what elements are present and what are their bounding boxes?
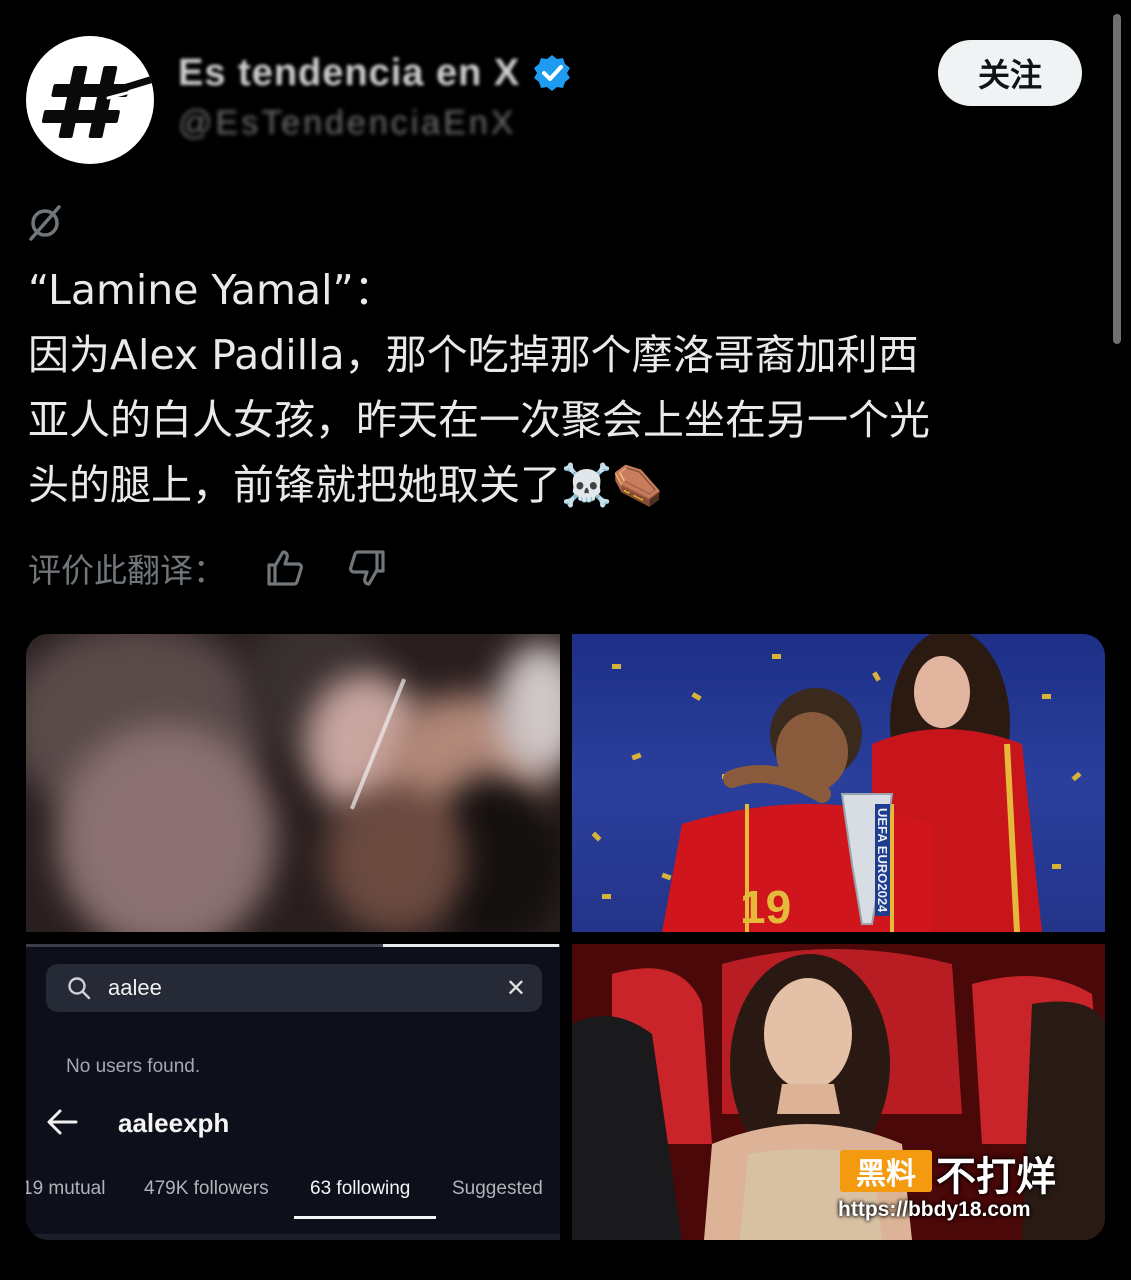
ig-search-value: aalee — [108, 975, 162, 1000]
watermark-logo: 黑料 — [840, 1150, 932, 1192]
celebration-photo: UEFA EURO2024 19 — [572, 634, 1105, 932]
ig-search-input[interactable]: aalee ✕ — [46, 964, 542, 1012]
ig-tabs: 19 mutual 479K followers 63 following Su… — [26, 1174, 560, 1219]
post-text: “Lamine Yamal”： 因为Alex Padilla，那个吃掉那个摩洛哥… — [28, 258, 1113, 518]
rate-translation-row: 评价此翻译： — [28, 543, 388, 593]
rate-translation-label: 评价此翻译： — [28, 551, 226, 590]
display-name[interactable]: Es tendencia en X — [178, 52, 520, 95]
media-celebration-photo[interactable]: UEFA EURO2024 19 — [572, 634, 1105, 932]
blurred-party-photo — [26, 634, 560, 932]
ig-tab-mutual[interactable]: 19 mutual — [26, 1178, 105, 1200]
back-arrow-icon[interactable] — [44, 1104, 80, 1144]
ig-tab-following[interactable]: 63 following — [310, 1178, 410, 1200]
clear-icon[interactable]: ✕ — [506, 964, 526, 1012]
thumbs-down-button[interactable] — [346, 547, 388, 589]
post-body-line: 因为Alex Padilla，那个吃掉那个摩洛哥裔加利西 — [28, 331, 919, 379]
verified-badge-icon — [534, 55, 571, 91]
translate-icon[interactable] — [26, 204, 64, 246]
sash-text: UEFA EURO2024 — [875, 804, 890, 917]
ig-tab-followers[interactable]: 479K followers — [144, 1178, 269, 1200]
ig-username: aaleexph — [118, 1108, 230, 1138]
search-icon — [68, 977, 91, 1000]
avatar[interactable] — [26, 36, 154, 164]
ig-bottom-bar — [26, 1234, 560, 1240]
post-body-line: 亚人的白人女孩，昨天在一次聚会上坐在另一个光 — [28, 396, 930, 444]
media-blurred-photo[interactable] — [26, 634, 560, 932]
post-body-line: 头的腿上，前锋就把她取关了☠️⚰️ — [28, 461, 664, 509]
thumbs-down-icon — [349, 550, 385, 586]
ig-tab-suggested[interactable]: Suggested — [452, 1178, 543, 1200]
jersey-number: 19 — [740, 881, 792, 932]
media-instagram-screenshot[interactable]: aalee ✕ No users found. aaleexph 19 mutu… — [26, 944, 560, 1240]
thumbs-up-button[interactable] — [264, 547, 306, 589]
scrollbar[interactable] — [1113, 14, 1121, 344]
media-portrait-photo[interactable]: 黑料 不打烊 https://bbdy18.com — [572, 944, 1105, 1240]
follow-button[interactable]: 关注 — [938, 40, 1082, 106]
post-title: “Lamine Yamal”： — [28, 266, 395, 314]
hashtag-icon — [41, 66, 154, 138]
thumbs-up-icon — [267, 550, 303, 586]
portrait-photo: 黑料 不打烊 https://bbdy18.com — [572, 944, 1105, 1240]
user-handle[interactable]: @EsTendenciaEnX — [178, 104, 516, 143]
watermark-url: https://bbdy18.com — [838, 1198, 1031, 1221]
watermark-text: 不打烊 — [936, 1154, 1056, 1200]
ig-active-tab-indicator — [294, 1216, 436, 1219]
video-progress-fill — [383, 944, 559, 947]
ig-empty-text: No users found. — [66, 1056, 201, 1077]
